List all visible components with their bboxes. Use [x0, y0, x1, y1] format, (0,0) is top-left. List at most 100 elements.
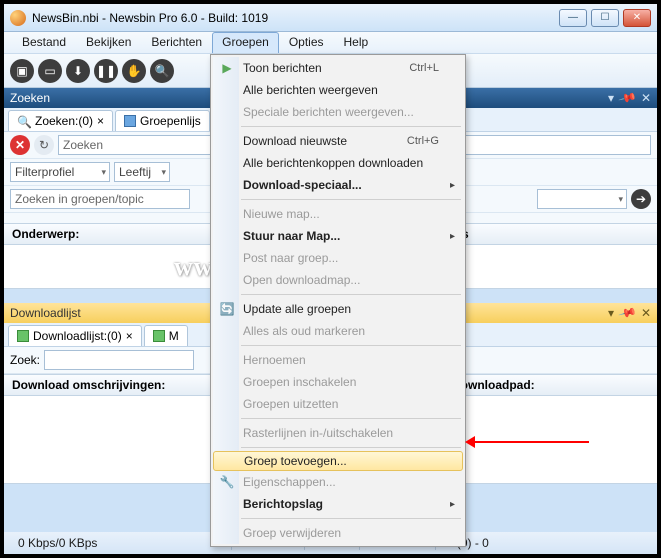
menu-item-groep-toevoegen-[interactable]: Groep toevoegen...: [213, 451, 463, 471]
menu-item-groepen-uitzetten: Groepen uitzetten: [213, 393, 463, 415]
tab-groepenlijs[interactable]: Groepenlijs: [115, 110, 210, 131]
menu-item-label: Download-speciaal...: [243, 178, 362, 192]
menu-item-label: Berichtopslag: [243, 497, 323, 511]
menu-berichten[interactable]: Berichten: [141, 32, 212, 53]
pause-button[interactable]: ❚❚: [94, 59, 118, 83]
menu-separator: [241, 518, 461, 519]
menu-item-label: Speciale berichten weergeven...: [243, 105, 414, 119]
menu-separator: [241, 447, 461, 448]
close-button[interactable]: ✕: [623, 9, 651, 27]
pin-icon[interactable]: 📌: [617, 303, 637, 323]
menu-item-label: Update alle groepen: [243, 302, 351, 316]
open-folder-button[interactable]: ▭: [38, 59, 62, 83]
search-panel-title: Zoeken: [10, 91, 50, 105]
zoek-label: Zoek:: [10, 353, 40, 367]
menu-item-groepen-inschakelen: Groepen inschakelen: [213, 371, 463, 393]
age-filter-select[interactable]: Leeftij: [114, 162, 170, 182]
pin-icon[interactable]: 📌: [617, 88, 637, 108]
minimize-button[interactable]: —: [559, 9, 587, 27]
clear-search-button[interactable]: ✕: [10, 135, 30, 155]
groepen-menu-dropdown: ▶ Toon berichten Ctrl+L Alle berichten weer…: [210, 54, 466, 547]
record-button[interactable]: ▣: [10, 59, 34, 83]
menu-bekijken[interactable]: Bekijken: [76, 32, 141, 53]
tab-zoeken-0-[interactable]: 🔍 Zoeken:(0) ×: [8, 110, 113, 131]
maximize-button[interactable]: ☐: [591, 9, 619, 27]
play-icon: ▶: [219, 60, 235, 76]
menu-help[interactable]: Help: [334, 32, 379, 53]
menu-item-label: Alle berichten weergeven: [243, 83, 378, 97]
lens-icon: 🔍: [17, 115, 31, 127]
menu-item-hernoemen: Hernoemen: [213, 349, 463, 371]
menu-item-eigenschappen-: 🔧 Eigenschappen...: [213, 471, 463, 493]
menu-item-berichtopslag[interactable]: Berichtopslag: [213, 493, 463, 515]
refresh-icon: 🔄: [219, 301, 235, 317]
tab-close-icon[interactable]: ×: [97, 114, 104, 128]
tab-label: M: [169, 329, 179, 343]
menu-item-groep-verwijderen: Groep verwijderen: [213, 522, 463, 544]
menu-item-alle-berichten-weergeven[interactable]: Alle berichten weergeven: [213, 79, 463, 101]
filter-profile-select[interactable]: Filterprofiel: [10, 162, 110, 182]
app-icon: [10, 10, 26, 26]
menu-groepen[interactable]: Groepen: [212, 32, 279, 53]
menu-shortcut: Ctrl+G: [407, 135, 439, 147]
annotation-arrow: [469, 441, 589, 443]
tab-downloadlijst-0-[interactable]: Downloadlijst:(0) ×: [8, 325, 142, 346]
tab-label: Groepenlijs: [140, 114, 201, 128]
panel-options-icon[interactable]: ▾: [608, 91, 614, 105]
panel-close-icon[interactable]: ✕: [641, 306, 651, 320]
menu-item-speciale-berichten-weergeven-: Speciale berichten weergeven...: [213, 101, 463, 123]
panel-options-icon[interactable]: ▾: [608, 306, 614, 320]
right-select[interactable]: [537, 189, 627, 209]
download-button[interactable]: ⬇: [66, 59, 90, 83]
menu-item-label: Nieuwe map...: [243, 207, 320, 221]
list-icon: [124, 115, 136, 127]
tab-label: Zoeken:(0): [35, 114, 93, 128]
menu-item-download-speciaal-[interactable]: Download-speciaal...: [213, 174, 463, 196]
menu-item-open-downloadmap-: Open downloadmap...: [213, 269, 463, 291]
menu-item-stuur-naar-map-[interactable]: Stuur naar Map...: [213, 225, 463, 247]
wrench-icon: 🔧: [219, 474, 235, 490]
menu-separator: [241, 294, 461, 295]
tab-close-icon[interactable]: ×: [126, 329, 133, 343]
menu-item-toon-berichten[interactable]: ▶ Toon berichten Ctrl+L: [213, 57, 463, 79]
menu-item-label: Download nieuwste: [243, 134, 347, 148]
window-title: NewsBin.nbi - Newsbin Pro 6.0 - Build: 1…: [32, 11, 559, 25]
menu-item-label: Groep toevoegen...: [244, 454, 347, 468]
search-button[interactable]: 🔍: [150, 59, 174, 83]
menu-item-label: Groepen inschakelen: [243, 375, 356, 389]
menu-item-label: Open downloadmap...: [243, 273, 360, 287]
menu-item-label: Eigenschappen...: [243, 475, 336, 489]
menu-separator: [241, 126, 461, 127]
panel-close-icon[interactable]: ✕: [641, 91, 651, 105]
menu-item-label: Groepen uitzetten: [243, 397, 338, 411]
menu-shortcut: Ctrl+L: [409, 62, 439, 74]
menu-item-rasterlijnen-in-uitschakelen: Rasterlijnen in-/uitschakelen: [213, 422, 463, 444]
reload-search-button[interactable]: ↻: [34, 135, 54, 155]
menu-item-download-nieuwste[interactable]: Download nieuwste Ctrl+G: [213, 130, 463, 152]
menu-item-label: Stuur naar Map...: [243, 229, 340, 243]
stop-hand-button[interactable]: ✋: [122, 59, 146, 83]
menu-item-label: Groep verwijderen: [243, 526, 341, 540]
search-in-groups-input[interactable]: Zoeken in groepen/topic: [10, 189, 190, 209]
menu-item-label: Hernoemen: [243, 353, 306, 367]
tab-icon: [17, 330, 29, 342]
menu-item-label: Alles als oud markeren: [243, 324, 365, 338]
downloadlist-search-input[interactable]: [44, 350, 194, 370]
menu-separator: [241, 418, 461, 419]
menu-item-label: Post naar groep...: [243, 251, 338, 265]
menu-separator: [241, 199, 461, 200]
menu-opties[interactable]: Opties: [279, 32, 334, 53]
tab-m[interactable]: M: [144, 325, 188, 346]
go-button[interactable]: ➔: [631, 189, 651, 209]
menu-item-label: Alle berichtenkoppen downloaden: [243, 156, 423, 170]
menu-item-label: Toon berichten: [243, 61, 322, 75]
menu-separator: [241, 345, 461, 346]
menu-item-alle-berichtenkoppen-downloaden[interactable]: Alle berichtenkoppen downloaden: [213, 152, 463, 174]
status-speed: 0 Kbps/0 KBps: [4, 536, 111, 550]
tab-icon: [153, 330, 165, 342]
menu-item-label: Rasterlijnen in-/uitschakelen: [243, 426, 393, 440]
tab-label: Downloadlijst:(0): [33, 329, 122, 343]
menu-bestand[interactable]: Bestand: [12, 32, 76, 53]
menu-item-update-alle-groepen[interactable]: 🔄 Update alle groepen: [213, 298, 463, 320]
menu-item-post-naar-groep-: Post naar groep...: [213, 247, 463, 269]
